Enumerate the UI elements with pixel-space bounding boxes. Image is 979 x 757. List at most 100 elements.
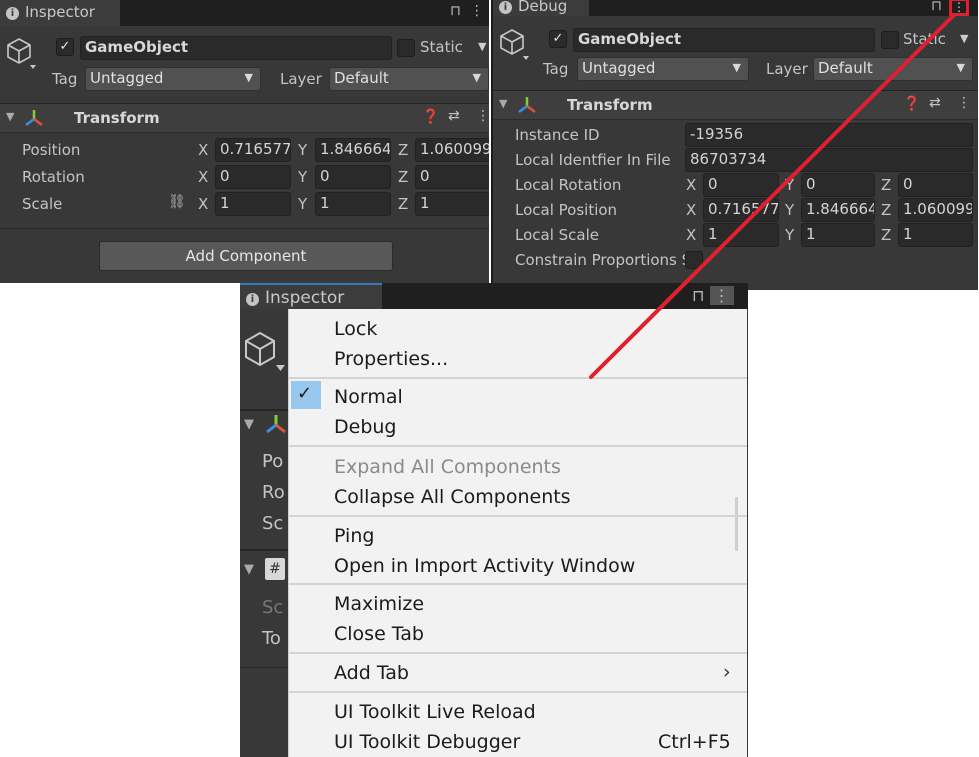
foldout-arrow-icon[interactable]: ▼ — [6, 110, 14, 123]
axis-x-label[interactable]: X — [198, 168, 208, 186]
axis-x-label[interactable]: X — [198, 195, 208, 213]
lock-icon[interactable]: ⊓ — [692, 286, 704, 305]
tab-inspector[interactable]: i Inspector — [0, 0, 120, 26]
transform-header[interactable]: ▼ Transform ❓ ⇄ ⋮ — [0, 103, 489, 133]
foldout-arrow-icon[interactable]: ▼ — [499, 97, 507, 110]
chevron-down-icon: ▼ — [956, 61, 965, 74]
help-icon[interactable]: ❓ — [903, 96, 920, 112]
local-scale-label: Local Scale — [515, 226, 600, 244]
rotation-y-field[interactable]: 0 — [315, 165, 391, 189]
active-checkbox[interactable]: ✓ — [549, 30, 567, 48]
partial-label: Sc — [262, 513, 284, 534]
axis-y-label[interactable]: Y — [298, 168, 307, 186]
menu-item-properties[interactable]: Properties... — [334, 348, 448, 370]
constrain-proportions-checkbox[interactable] — [685, 251, 703, 269]
transform-header[interactable]: ▼ Transform ❓ ⇄ ⋮ — [493, 90, 978, 120]
local-scale-x-field[interactable]: 1 — [703, 223, 779, 247]
lock-icon[interactable]: ⊓ — [931, 0, 942, 14]
chevron-down-icon: ▼ — [732, 61, 741, 74]
position-z-field[interactable]: 1.060099 — [415, 138, 489, 162]
constrain-link-icon[interactable]: ⛓ — [168, 194, 186, 210]
axis-y-label[interactable]: Y — [298, 141, 307, 159]
kebab-menu-icon[interactable]: ⋮ — [470, 3, 484, 19]
tag-dropdown[interactable]: Untagged ▼ — [85, 67, 261, 91]
axis-z-label[interactable]: Z — [881, 176, 891, 194]
instance-id-field[interactable]: -19356 — [685, 123, 973, 147]
tab-icons: ⊓ — [931, 0, 942, 19]
local-scale-y-field[interactable]: 1 — [801, 223, 875, 247]
layer-dropdown[interactable]: Default ▼ — [813, 57, 973, 81]
foldout-arrow-icon[interactable]: ▼ — [244, 562, 254, 577]
menu-item-open-import[interactable]: Open in Import Activity Window — [334, 555, 635, 577]
object-name-field[interactable]: GameObject — [80, 36, 392, 60]
kebab-menu-icon[interactable]: ⋮ — [957, 95, 971, 111]
static-dropdown-icon[interactable]: ▼ — [960, 32, 968, 45]
transform-icon — [25, 110, 43, 126]
local-position-x-field[interactable]: 0.716577 — [703, 198, 779, 222]
local-rotation-x-field[interactable]: 0 — [703, 173, 779, 197]
menu-item-ping[interactable]: Ping — [334, 525, 374, 547]
menu-item-debugger[interactable]: UI Toolkit Debugger — [334, 731, 520, 753]
local-identifier-field[interactable]: 86703734 — [685, 148, 973, 172]
axis-z-label[interactable]: Z — [881, 201, 891, 219]
menu-item-normal[interactable]: Normal — [334, 386, 403, 408]
position-x-field[interactable]: 0.716577 — [215, 138, 291, 162]
local-position-y-field[interactable]: 1.846664 — [801, 198, 875, 222]
local-position-label: Local Position — [515, 201, 618, 219]
static-dropdown-icon[interactable]: ▼ — [478, 40, 486, 53]
menu-item-collapse-all[interactable]: Collapse All Components — [334, 486, 571, 508]
local-rotation-z-field[interactable]: 0 — [898, 173, 973, 197]
add-component-button[interactable]: Add Component — [99, 241, 393, 271]
tab-debug[interactable]: i Debug — [493, 0, 589, 16]
static-checkbox[interactable] — [881, 31, 899, 49]
menu-item-maximize[interactable]: Maximize — [334, 593, 424, 615]
kebab-menu-icon[interactable]: ⋮ — [709, 286, 734, 305]
axis-x-label[interactable]: X — [686, 201, 696, 219]
axis-y-label[interactable]: Y — [298, 195, 307, 213]
local-scale-z-field[interactable]: 1 — [898, 223, 973, 247]
constrain-proportions-label: Constrain Proportions S — [515, 251, 692, 269]
axis-y-label[interactable]: Y — [785, 201, 794, 219]
menu-item-live-reload[interactable]: UI Toolkit Live Reload — [334, 701, 536, 723]
scrollbar-thumb[interactable] — [735, 497, 738, 551]
rotation-x-field[interactable]: 0 — [215, 165, 291, 189]
tag-dropdown[interactable]: Untagged ▼ — [577, 57, 749, 81]
presets-icon[interactable]: ⇄ — [448, 108, 460, 124]
menu-item-debug[interactable]: Debug — [334, 416, 396, 438]
rotation-z-field[interactable]: 0 — [415, 165, 489, 189]
axis-z-label[interactable]: Z — [398, 168, 408, 186]
local-position-z-field[interactable]: 1.060099 — [898, 198, 973, 222]
object-name-field[interactable]: GameObject — [573, 28, 875, 52]
gameobject-cube-icon — [245, 331, 285, 371]
tab-icons: ⊓ ⋮ — [450, 0, 484, 24]
axis-y-label[interactable]: Y — [785, 226, 794, 244]
axis-x-label[interactable]: X — [198, 141, 208, 159]
presets-icon[interactable]: ⇄ — [929, 95, 941, 111]
help-icon[interactable]: ❓ — [422, 109, 439, 125]
local-rotation-y-field[interactable]: 0 — [801, 173, 875, 197]
position-y-field[interactable]: 1.846664 — [315, 138, 391, 162]
scale-label: Scale — [22, 195, 63, 213]
lock-icon[interactable]: ⊓ — [450, 3, 461, 19]
active-checkbox[interactable]: ✓ — [56, 38, 74, 56]
menu-item-lock[interactable]: Lock — [334, 318, 377, 340]
static-label: Static — [420, 38, 463, 56]
scale-z-field[interactable]: 1 — [415, 192, 489, 216]
menu-item-close-tab[interactable]: Close Tab — [334, 623, 424, 645]
tab-inspector[interactable]: i Inspector — [240, 283, 382, 309]
static-checkbox[interactable] — [397, 39, 415, 57]
foldout-arrow-icon[interactable]: ▼ — [244, 417, 254, 432]
divider — [0, 228, 489, 229]
kebab-menu-icon[interactable]: ⋮ — [476, 108, 489, 124]
axis-x-label[interactable]: X — [686, 226, 696, 244]
axis-z-label[interactable]: Z — [398, 195, 408, 213]
scale-x-field[interactable]: 1 — [215, 192, 291, 216]
axis-y-label[interactable]: Y — [785, 176, 794, 194]
axis-x-label[interactable]: X — [686, 176, 696, 194]
axis-z-label[interactable]: Z — [881, 226, 891, 244]
kebab-menu-highlight[interactable]: ⋮ — [949, 0, 969, 16]
layer-dropdown[interactable]: Default ▼ — [329, 67, 489, 91]
axis-z-label[interactable]: Z — [398, 141, 408, 159]
menu-item-add-tab[interactable]: Add Tab — [334, 662, 409, 684]
scale-y-field[interactable]: 1 — [315, 192, 391, 216]
